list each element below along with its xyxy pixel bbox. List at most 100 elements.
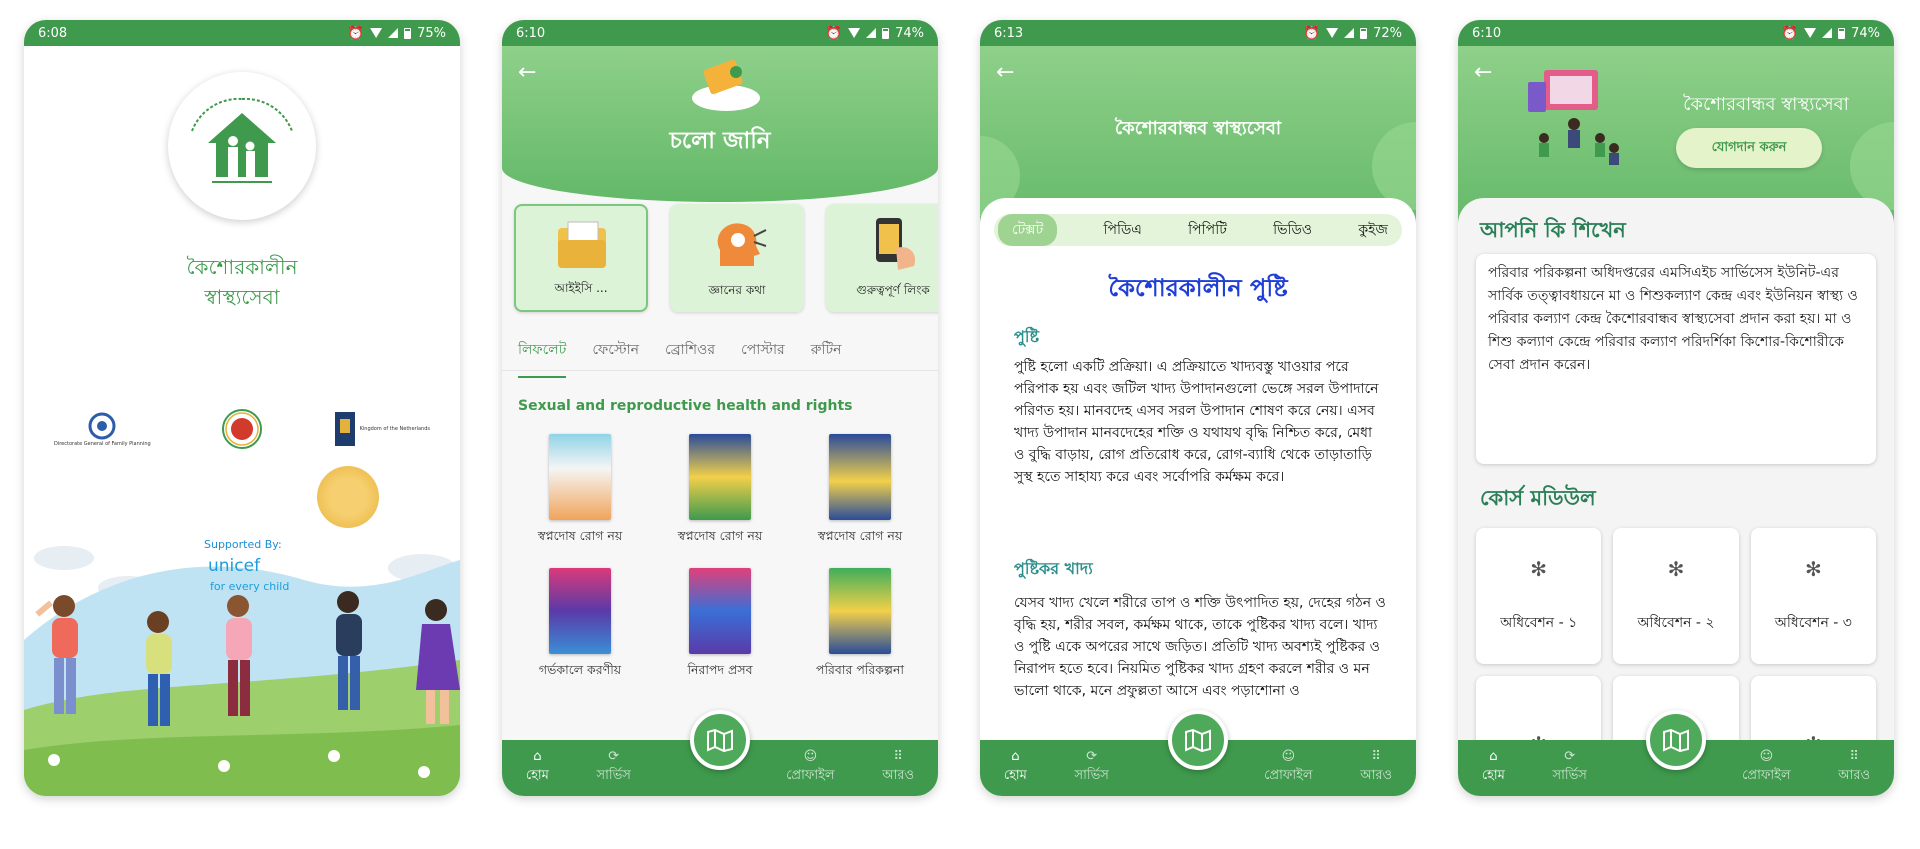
course-body: আপনি কি শিখেন পরিবার পরিকল্পনা অধিদপ্তরে…: [1458, 198, 1894, 740]
module-grid: ✻ অধিবেশন - ১ ✻ অধিবেশন - ২ ✻ অধিবেশন - ৩ ✻…: [1476, 528, 1876, 740]
tab-routine[interactable]: রুটিন: [811, 338, 842, 378]
app-title-line2: স্বাস্থ্যসেবা: [204, 285, 280, 309]
section-title: Sexual and reproductive health and right…: [518, 398, 853, 414]
card-knowledge[interactable]: জ্ঞানের কথা: [670, 204, 804, 312]
leaflet-item[interactable]: স্বপ্নদোষ রোগ নয়: [650, 434, 790, 548]
join-button[interactable]: যোগদান করুন: [1676, 128, 1822, 168]
article-screen: 6:13 ⏰ 72% ← কৈশোরবান্ধব স্বাস্থ্যসেবা ট…: [980, 20, 1416, 796]
article-body: টেক্সট পিডিএ পিপিটি ভিডিও কুইজ কৈশোরকালী…: [980, 198, 1416, 740]
page-title: কৈশোরবান্ধব স্বাস্থ্যসেবা: [1683, 94, 1849, 115]
app-title: কৈশোরকালীন স্বাস্থ্যসেবা: [24, 252, 460, 312]
leaflet-item[interactable]: গর্ভকালে করণীয়: [510, 568, 650, 682]
nav-profile[interactable]: ☺ প্রোফাইল: [1264, 749, 1312, 787]
learn-screen: 6:10 ⏰ 74% ← চলো জানি আইইসি ... জ্ঞানের …: [502, 20, 938, 796]
leaflet-item[interactable]: স্বপ্নদোষ রোগ নয়: [790, 434, 930, 548]
leaflet-label: স্বপ্নদোষ রোগ নয়: [537, 528, 623, 543]
nav-home[interactable]: ⌂ হোম: [1482, 749, 1505, 787]
paragraph: যেসব খাদ্য খেলে শরীরে তাপ ও শক্তি উৎপাদি…: [1014, 595, 1386, 699]
alarm-icon: ⏰: [347, 25, 365, 41]
battery-percent: 74%: [1851, 25, 1880, 41]
tab-pdf[interactable]: পিডিএ: [1103, 218, 1141, 242]
leaflet-item[interactable]: স্বপ্নদোষ রোগ নয়: [510, 434, 650, 548]
map-icon: [1185, 728, 1211, 752]
screenshot-stage: 6:08 ⏰ 75% কৈশোরকালীন স্বাস্থ্যসেবা Dire…: [0, 0, 1920, 849]
loading-icon: ✻: [1804, 557, 1822, 581]
module-card[interactable]: ✻ অধিবেশন - ১: [1476, 528, 1602, 664]
module-card[interactable]: ✻ অধিবেশন - ২: [1613, 528, 1739, 664]
nav-more[interactable]: ⠿ আরও: [1838, 749, 1870, 787]
cloud-book-icon: [692, 59, 760, 111]
module-card[interactable]: ✻: [1750, 676, 1876, 740]
card-iec[interactable]: আইইসি ...: [514, 204, 648, 312]
map-button[interactable]: [690, 710, 750, 770]
splash-screen: 6:08 ⏰ 75% কৈশোরকালীন স্বাস্থ্যসেবা Dire…: [24, 20, 460, 796]
section-heading: আপনি কি শিখেন: [1480, 218, 1626, 242]
module-card[interactable]: ✻ অধিবেশন - ৩: [1750, 528, 1876, 664]
nav-service[interactable]: ⟳ সার্ভিস: [1553, 749, 1587, 787]
leaflet-label: পরিবার পরিকল্পনা: [815, 662, 905, 677]
nav-more[interactable]: ⠿ আরও: [1360, 749, 1392, 787]
module-label: অধিবেশন - ৩: [1774, 615, 1852, 631]
module-label: অধিবেশন - ২: [1637, 615, 1715, 631]
leaflet-item[interactable]: পরিবার পরিকল্পনা: [790, 568, 930, 682]
grid-icon: ⠿: [1371, 749, 1381, 764]
leaflet-grid: স্বপ্নদোষ রোগ নয় স্বপ্নদোষ রোগ নয় স্বপ…: [510, 434, 930, 682]
card-links-label: গুরুত্বপূর্ণ লিংক: [856, 283, 930, 297]
description-card: পরিবার পরিকল্পনা অধিদপ্তরের এমসিএইচ সার্…: [1476, 254, 1876, 464]
section-heading: কোর্স মডিউল: [1480, 486, 1596, 510]
house-logo-icon: [191, 97, 293, 183]
nav-home[interactable]: ⌂ হোম: [1004, 749, 1027, 787]
loading-icon: ✻: [1667, 557, 1685, 581]
sponsor-dgfp: Directorate General of Family Planning: [54, 411, 151, 447]
kids-landscape-illustration: [24, 546, 460, 796]
back-arrow-icon[interactable]: ←: [996, 60, 1014, 85]
netherlands-crest-icon: [334, 412, 355, 446]
leaflet-label: নিরাপদ প্রসব: [687, 662, 753, 677]
home-icon: ⌂: [1489, 749, 1498, 764]
back-arrow-icon[interactable]: ←: [518, 60, 536, 85]
nav-profile[interactable]: ☺ প্রোফাইল: [1742, 749, 1790, 787]
battery-icon: [882, 27, 890, 39]
tab-poster[interactable]: পোস্টার: [741, 338, 785, 378]
status-icons: ⏰ 74%: [826, 26, 924, 41]
nav-profile[interactable]: ☺ প্রোফাইল: [786, 749, 834, 787]
page-title: চলো জানি: [669, 128, 771, 154]
leaflet-item[interactable]: নিরাপদ প্রসব: [650, 568, 790, 682]
tab-quiz[interactable]: কুইজ: [1358, 218, 1388, 242]
nav-service[interactable]: ⟳ সার্ভিস: [1075, 749, 1109, 787]
refresh-icon: ⟳: [1564, 749, 1576, 764]
status-time: 6:13: [994, 25, 1024, 41]
nav-profile-label: প্রোফাইল: [1264, 768, 1313, 783]
status-time: 6:10: [516, 25, 546, 41]
nav-service[interactable]: ⟳ সার্ভিস: [597, 749, 631, 787]
classroom-illustration: [1528, 70, 1619, 165]
profile-icon: ☺: [1281, 749, 1296, 764]
leaflet-label: গর্ভকালে করণীয়: [538, 662, 622, 677]
module-label: অধিবেশন - ১: [1500, 615, 1578, 631]
battery-percent: 74%: [895, 25, 924, 41]
tab-festoon[interactable]: ফেস্টোন: [592, 338, 639, 378]
nav-more[interactable]: ⠿ আরও: [882, 749, 914, 787]
tab-video[interactable]: ভিডিও: [1273, 218, 1312, 242]
leaflet-thumbnail: [689, 568, 751, 654]
sponsor-logos: Directorate General of Family Planning K…: [54, 408, 430, 450]
leaflet-thumbnail: [829, 568, 891, 654]
wifi-icon: [848, 28, 861, 38]
tab-leaflet[interactable]: লিফলেট: [518, 338, 567, 378]
tab-text[interactable]: টেক্সট: [998, 214, 1058, 246]
map-button[interactable]: [1168, 710, 1228, 770]
alarm-icon: ⏰: [1781, 25, 1799, 41]
category-cards: আইইসি ... জ্ঞানের কথা গুরুত্বপূর্ণ লিংক: [514, 204, 938, 312]
wifi-icon: [1804, 28, 1817, 38]
card-links[interactable]: গুরুত্বপূর্ণ লিংক: [826, 204, 938, 312]
map-icon: [1663, 728, 1689, 752]
nav-home[interactable]: ⌂ হোম: [526, 749, 549, 787]
paragraph: পুষ্টি হলো একটি প্রক্রিয়া। এ প্রক্রিয়া…: [1014, 359, 1379, 485]
profile-icon: ☺: [803, 749, 818, 764]
back-arrow-icon[interactable]: ←: [1474, 60, 1492, 85]
map-button[interactable]: [1646, 710, 1706, 770]
leaflet-thumbnail: [549, 568, 611, 654]
tab-brochure[interactable]: ব্রোশিওর: [665, 338, 715, 378]
tab-ppt[interactable]: পিপিটি: [1188, 218, 1227, 242]
module-card[interactable]: ✻: [1476, 676, 1602, 740]
